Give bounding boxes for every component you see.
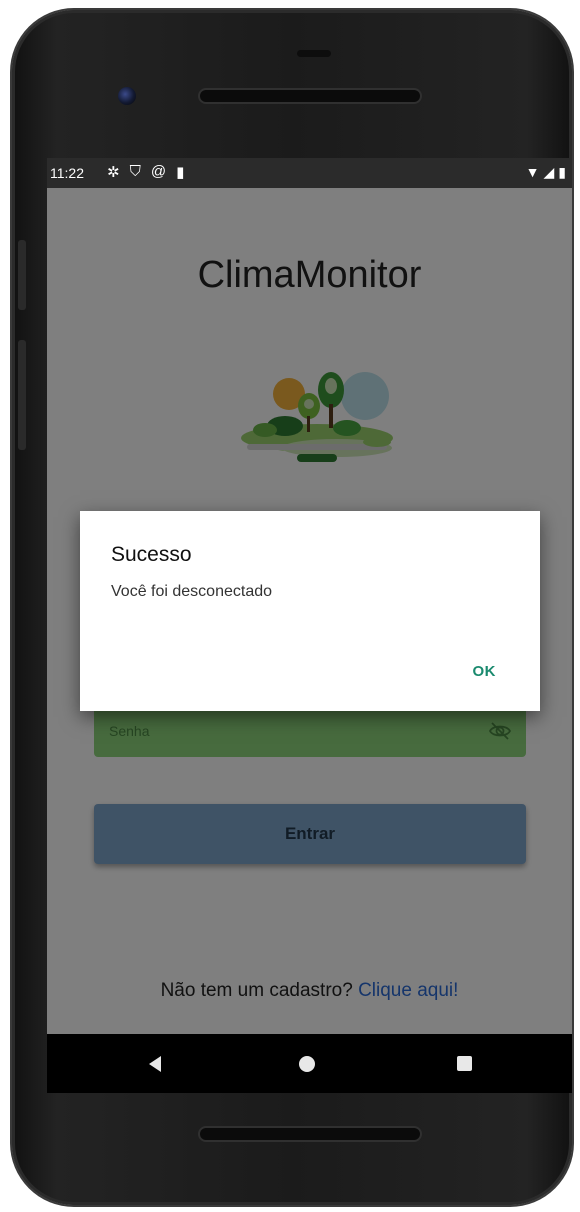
signal-icon: ◢ bbox=[543, 164, 555, 180]
battery-icon: ▮ bbox=[558, 164, 566, 180]
gear-icon: ✲ bbox=[107, 164, 120, 181]
navigation-bar bbox=[47, 1034, 572, 1093]
page: 11:22 ✲ ⛉ @ ▮ ▼ ◢ ▮ ClimaMonitor bbox=[0, 0, 580, 1212]
power-button bbox=[18, 340, 26, 450]
front-camera bbox=[118, 87, 136, 105]
wifi-icon: ▼ bbox=[525, 164, 540, 180]
at-sign-icon: @ bbox=[150, 163, 167, 180]
sd-card-icon: ▮ bbox=[176, 164, 185, 181]
volume-button bbox=[18, 240, 26, 310]
success-dialog: Sucesso Você foi desconectado OK bbox=[80, 511, 540, 711]
screen: 11:22 ✲ ⛉ @ ▮ ▼ ◢ ▮ ClimaMonitor bbox=[47, 158, 572, 1093]
top-speaker bbox=[200, 90, 420, 102]
recents-icon[interactable] bbox=[457, 1056, 472, 1071]
ok-button[interactable]: OK bbox=[473, 663, 497, 680]
shield-icon: ⛉ bbox=[129, 163, 141, 180]
dialog-title: Sucesso bbox=[111, 543, 192, 566]
status-time: 11:22 bbox=[50, 165, 84, 181]
back-icon[interactable] bbox=[149, 1056, 161, 1072]
proximity-sensor bbox=[297, 50, 331, 57]
phone-frame: 11:22 ✲ ⛉ @ ▮ ▼ ◢ ▮ ClimaMonitor bbox=[12, 10, 572, 1205]
bottom-speaker bbox=[200, 1128, 420, 1140]
status-icons-left: ✲ ⛉ @ ▮ bbox=[107, 163, 184, 181]
home-icon[interactable] bbox=[299, 1056, 315, 1072]
dialog-message: Você foi desconectado bbox=[111, 583, 273, 600]
status-icons-right: ▼ ◢ ▮ bbox=[526, 164, 566, 181]
status-bar: 11:22 ✲ ⛉ @ ▮ ▼ ◢ ▮ bbox=[47, 158, 572, 188]
